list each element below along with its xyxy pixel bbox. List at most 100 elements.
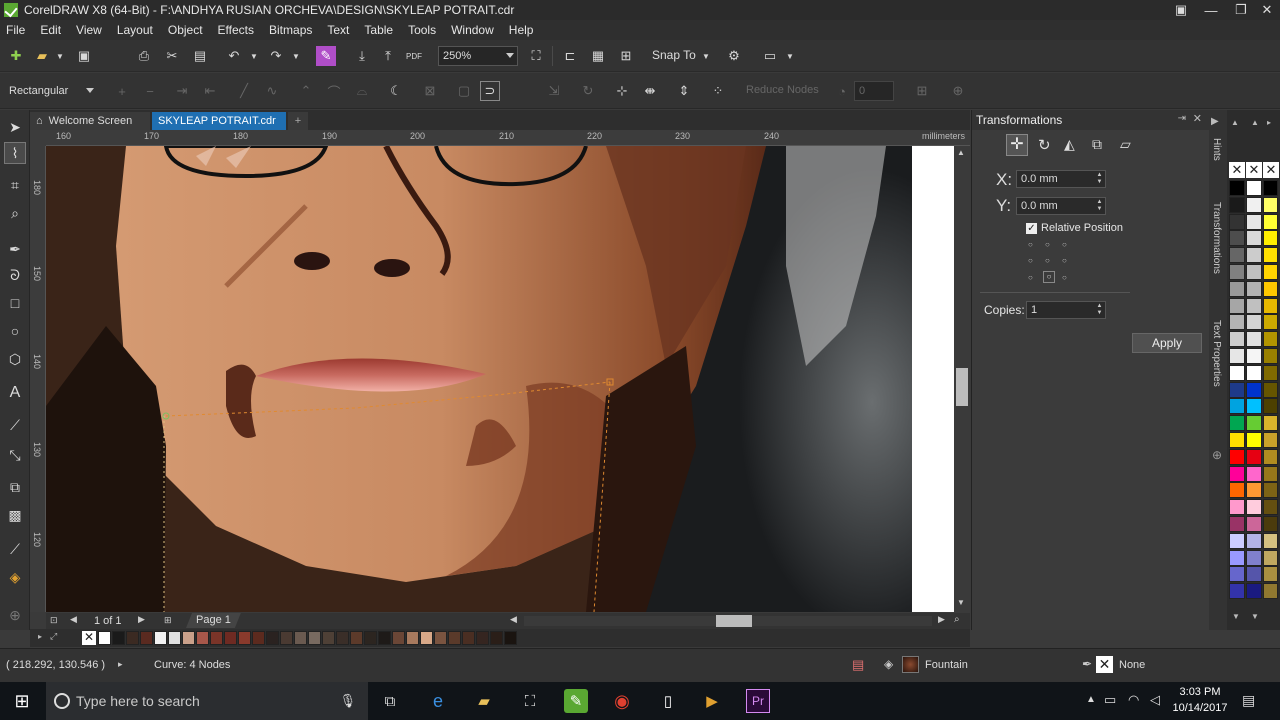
show-rulers-icon[interactable]: ⊏ [560, 46, 580, 66]
menu-text[interactable]: Text [327, 23, 349, 37]
anchor-top-center[interactable]: ○ [1045, 240, 1050, 249]
palette-color-swatch[interactable] [1263, 583, 1278, 600]
new-document-icon[interactable]: ✚ [6, 46, 26, 66]
tab-welcome-screen[interactable]: ⌂ Welcome Screen [30, 112, 150, 130]
outline-pen-icon[interactable]: ✒ [1082, 657, 1092, 671]
coreldraw-taskbar-icon[interactable]: ✎ [564, 689, 588, 713]
document-color-swatch[interactable] [294, 631, 307, 645]
ellipse-tool-icon[interactable]: ○ [4, 320, 26, 342]
scroll-left-icon[interactable]: ◀ [510, 614, 517, 625]
palette-color-swatch[interactable] [1263, 314, 1278, 331]
tab-text-properties[interactable]: Text Properties [1211, 320, 1222, 387]
palette-color-swatch[interactable] [1246, 247, 1262, 264]
document-color-swatch[interactable] [308, 631, 321, 645]
snap-to-dropdown-icon[interactable]: ▼ [696, 46, 716, 66]
export-icon[interactable]: ⤒ [378, 46, 398, 66]
power-icon[interactable]: ▭ [1104, 692, 1116, 708]
extract-subpath-icon[interactable]: ▢ [454, 81, 474, 101]
palette-color-swatch[interactable] [1229, 398, 1245, 415]
fill-color-swatch[interactable] [902, 656, 919, 673]
palette-color-swatch[interactable] [1246, 465, 1262, 482]
palette-color-swatch[interactable] [1229, 180, 1245, 196]
palette-color-swatch[interactable] [1263, 432, 1278, 448]
palette-color-swatch[interactable] [1263, 348, 1278, 364]
tab-transformations[interactable]: Transformations [1211, 202, 1222, 274]
palette-color-swatch[interactable] [1229, 348, 1245, 364]
rectangle-tool-icon[interactable]: □ [4, 292, 26, 314]
palette-color-swatch[interactable] [1263, 297, 1278, 314]
palette-color-swatch[interactable] [1246, 230, 1262, 247]
palette-color-swatch[interactable] [1246, 280, 1262, 297]
palette-color-swatch[interactable] [1263, 549, 1278, 566]
symmetrical-node-icon[interactable]: ⌓ [352, 81, 372, 101]
select-all-nodes-icon[interactable]: ⁘ [708, 81, 728, 101]
action-center-icon[interactable]: ▤ [1242, 692, 1255, 709]
anchor-middle-left[interactable]: ○ [1028, 256, 1033, 265]
close-curve-icon[interactable]: ⊃ [480, 81, 500, 101]
document-color-swatch[interactable] [196, 631, 209, 645]
relative-position-checkbox[interactable]: ✓ [1026, 223, 1037, 234]
help-window-icon[interactable]: ▣ [1166, 0, 1196, 20]
document-color-swatch[interactable] [126, 631, 139, 645]
document-color-swatch[interactable] [490, 631, 503, 645]
status-expand-icon[interactable]: ▸ [118, 659, 123, 670]
previous-page-icon[interactable]: ◀ [70, 614, 77, 625]
eyedropper-icon[interactable]: ⤢ [50, 631, 57, 642]
palette-color-swatch[interactable] [1229, 415, 1245, 432]
spinner-icon[interactable]: ▲ ▼ [1095, 303, 1104, 317]
document-color-swatch[interactable] [336, 631, 349, 645]
quick-customize-icon[interactable]: ⊕ [4, 604, 26, 626]
application-launcher-icon[interactable]: ▭ [760, 46, 780, 66]
palette-color-swatch[interactable] [1246, 532, 1262, 549]
menu-tools[interactable]: Tools [408, 23, 436, 37]
document-color-swatch[interactable] [364, 631, 377, 645]
palette-options-icon[interactable]: ▸ [38, 632, 42, 641]
document-color-swatch[interactable] [378, 631, 391, 645]
paste-icon[interactable]: ▤ [190, 46, 210, 66]
print-icon[interactable]: ⎙ [134, 46, 154, 66]
reverse-direction-icon[interactable]: ☾ [386, 81, 406, 101]
menu-object[interactable]: Object [168, 23, 203, 37]
show-grid-icon[interactable]: ▦ [588, 46, 608, 66]
outline-none-swatch[interactable]: ✕ [1096, 656, 1113, 673]
page-tab[interactable]: Page 1 [186, 613, 241, 628]
palette-color-swatch[interactable] [1263, 566, 1278, 583]
wifi-icon[interactable]: ◠ [1128, 692, 1139, 708]
palette-color-swatch[interactable] [1229, 297, 1245, 314]
eyedropper-tool-icon[interactable]: ⟋ [4, 538, 26, 560]
palette-color-swatch[interactable] [1246, 499, 1262, 516]
color-settings-icon[interactable]: ▤ [852, 657, 864, 673]
menu-help[interactable]: Help [509, 23, 534, 37]
interactive-fill-icon[interactable]: ◈ [4, 566, 26, 588]
scroll-tabs-icon[interactable]: ▶ [1211, 116, 1219, 127]
rotate-icon[interactable]: ↻ [1038, 136, 1051, 154]
parallel-dimension-icon[interactable]: ⟋ [4, 414, 26, 436]
mirror-vertical-icon[interactable]: ⇕ [674, 81, 694, 101]
drop-shadow-icon[interactable]: ⧉ [4, 476, 26, 498]
windows-start-icon[interactable]: ⊞ [10, 689, 34, 713]
add-docker-icon[interactable]: ⊕ [1212, 448, 1222, 462]
palette-scroll-down-icon[interactable]: ▼ [1232, 612, 1240, 621]
snap-to-button[interactable]: Snap To [652, 48, 696, 62]
menu-effects[interactable]: Effects [218, 23, 254, 37]
document-color-swatch[interactable] [406, 631, 419, 645]
menu-layout[interactable]: Layout [117, 23, 153, 37]
extend-curve-icon[interactable]: ⊠ [420, 81, 440, 101]
launcher-dropdown-icon[interactable]: ▼ [780, 46, 800, 66]
anchor-top-right[interactable]: ○ [1062, 240, 1067, 249]
open-dropdown-icon[interactable]: ▼ [50, 46, 70, 66]
palette-color-swatch[interactable] [1229, 230, 1245, 247]
redo-dropdown-icon[interactable]: ▼ [286, 46, 306, 66]
palette-color-swatch[interactable] [1229, 331, 1245, 348]
palette-color-swatch[interactable] [1246, 549, 1262, 566]
vertical-ruler[interactable]: 180 150 140 130 120 [30, 146, 46, 612]
palette-menu-icon[interactable]: ▸ [1267, 118, 1271, 127]
palette-color-swatch[interactable] [1263, 516, 1278, 532]
palette-color-swatch[interactable] [1246, 213, 1262, 230]
delete-node-icon[interactable]: − [140, 81, 160, 101]
horizontal-scroll-thumb[interactable] [716, 615, 752, 627]
search-content-icon[interactable]: ✎ [316, 46, 336, 66]
drawing-canvas[interactable] [46, 146, 956, 612]
palette-color-swatch[interactable] [1246, 415, 1262, 432]
save-icon[interactable]: ▣ [74, 46, 94, 66]
